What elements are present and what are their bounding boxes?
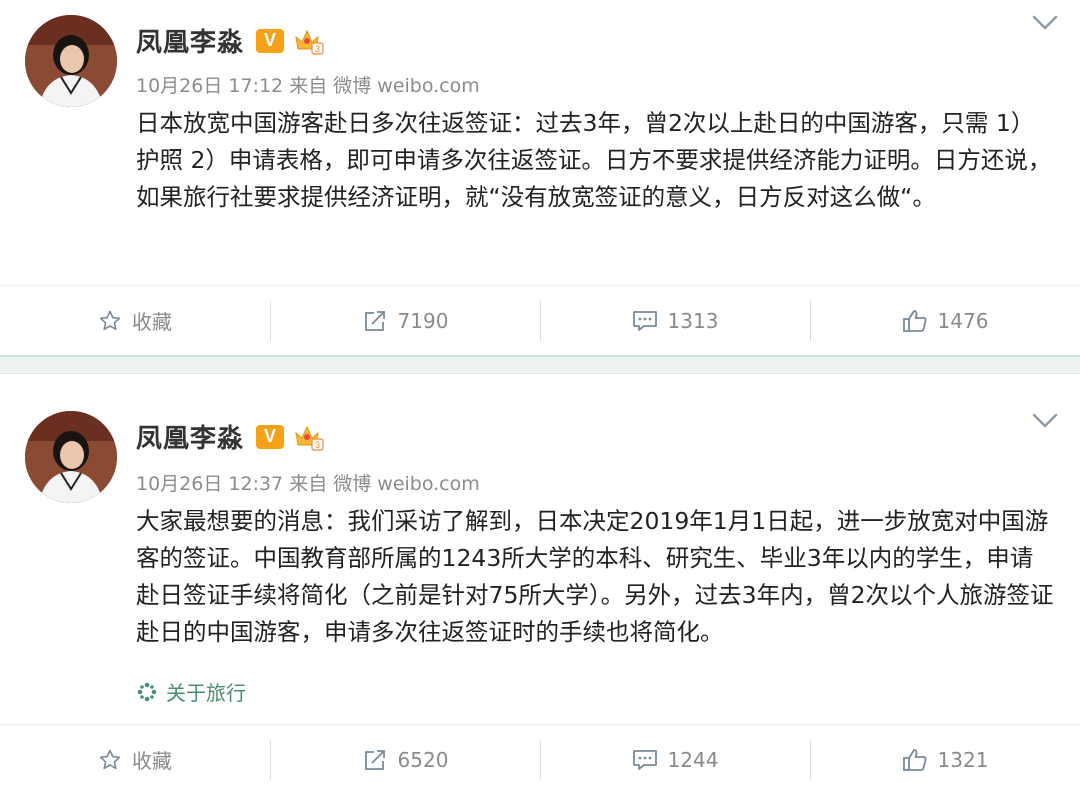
post-actions: 收藏 7190 1313 1476 <box>0 285 1080 355</box>
post-separator <box>0 355 1080 374</box>
comment-button[interactable]: 1244 <box>540 725 810 790</box>
topic-tag[interactable]: 关于旅行 <box>136 677 246 706</box>
star-icon <box>99 310 121 330</box>
post-meta: 10月26日 17:12 来自 微博 weibo.com <box>136 71 480 98</box>
chevron-down-icon[interactable] <box>1032 412 1058 430</box>
topic-icon <box>137 682 157 701</box>
repost-button[interactable]: 7190 <box>270 286 540 356</box>
chevron-down-icon[interactable] <box>1032 14 1058 32</box>
post-time[interactable]: 10月26日 12:37 <box>136 473 283 495</box>
post-time[interactable]: 10月26日 17:12 <box>136 75 283 97</box>
comment-count: 1244 <box>667 747 719 772</box>
like-button[interactable]: 1321 <box>810 725 1080 790</box>
favorite-button[interactable]: 收藏 <box>0 286 270 356</box>
svg-text:3: 3 <box>315 440 320 450</box>
post-source: 来自 微博 weibo.com <box>289 473 480 495</box>
post-meta: 10月26日 12:37 来自 微博 weibo.com <box>136 469 480 496</box>
comment-icon <box>632 310 657 331</box>
share-icon <box>364 749 385 770</box>
member-crown-icon[interactable]: 3 <box>294 423 324 451</box>
star-icon <box>99 749 121 769</box>
post-content: 大家最想要的消息：我们采访了解到，日本决定2019年1月1日起，进一步放宽对中国… <box>136 507 1054 646</box>
comment-count: 1313 <box>667 308 719 333</box>
like-count: 1476 <box>937 308 989 333</box>
comment-icon <box>632 749 657 770</box>
verified-badge-icon[interactable]: V <box>256 424 285 449</box>
favorite-button[interactable]: 收藏 <box>0 725 270 790</box>
repost-count: 6520 <box>397 747 449 772</box>
topic-label: 关于旅行 <box>166 681 246 705</box>
comment-button[interactable]: 1313 <box>540 286 810 356</box>
verified-badge-icon[interactable]: V <box>256 28 285 53</box>
svg-text:3: 3 <box>315 44 320 54</box>
post-content: 日本放宽中国游客赴日多次往返签证：过去3年，曾2次以上赴日的中国游客，只需 1）… <box>136 109 1052 211</box>
weibo-post-1: 凤凰李淼 V 3 10月26日 17:12 来自 微博 weibo.com 日本… <box>0 0 1080 355</box>
author-name[interactable]: 凤凰李淼 <box>136 418 244 455</box>
author-row: 凤凰李淼 V 3 <box>136 418 324 455</box>
like-button[interactable]: 1476 <box>810 286 1080 356</box>
repost-button[interactable]: 6520 <box>270 725 540 790</box>
post-actions: 收藏 6520 1244 1321 <box>0 724 1080 790</box>
share-icon <box>364 310 385 331</box>
favorite-label: 收藏 <box>132 749 172 773</box>
member-crown-icon[interactable]: 3 <box>294 27 324 55</box>
thumbs-up-icon <box>902 748 927 771</box>
favorite-label: 收藏 <box>132 310 172 334</box>
thumbs-up-icon <box>902 309 927 332</box>
like-count: 1321 <box>937 747 989 772</box>
author-name[interactable]: 凤凰李淼 <box>136 22 244 59</box>
post-source: 来自 微博 weibo.com <box>289 75 480 97</box>
author-row: 凤凰李淼 V 3 <box>136 22 324 59</box>
author-avatar[interactable] <box>25 15 117 107</box>
weibo-post-2: 凤凰李淼 V 3 10月26日 12:37 来自 微博 weibo.com 大家… <box>0 374 1080 790</box>
author-avatar[interactable] <box>25 411 117 503</box>
repost-count: 7190 <box>397 308 449 333</box>
